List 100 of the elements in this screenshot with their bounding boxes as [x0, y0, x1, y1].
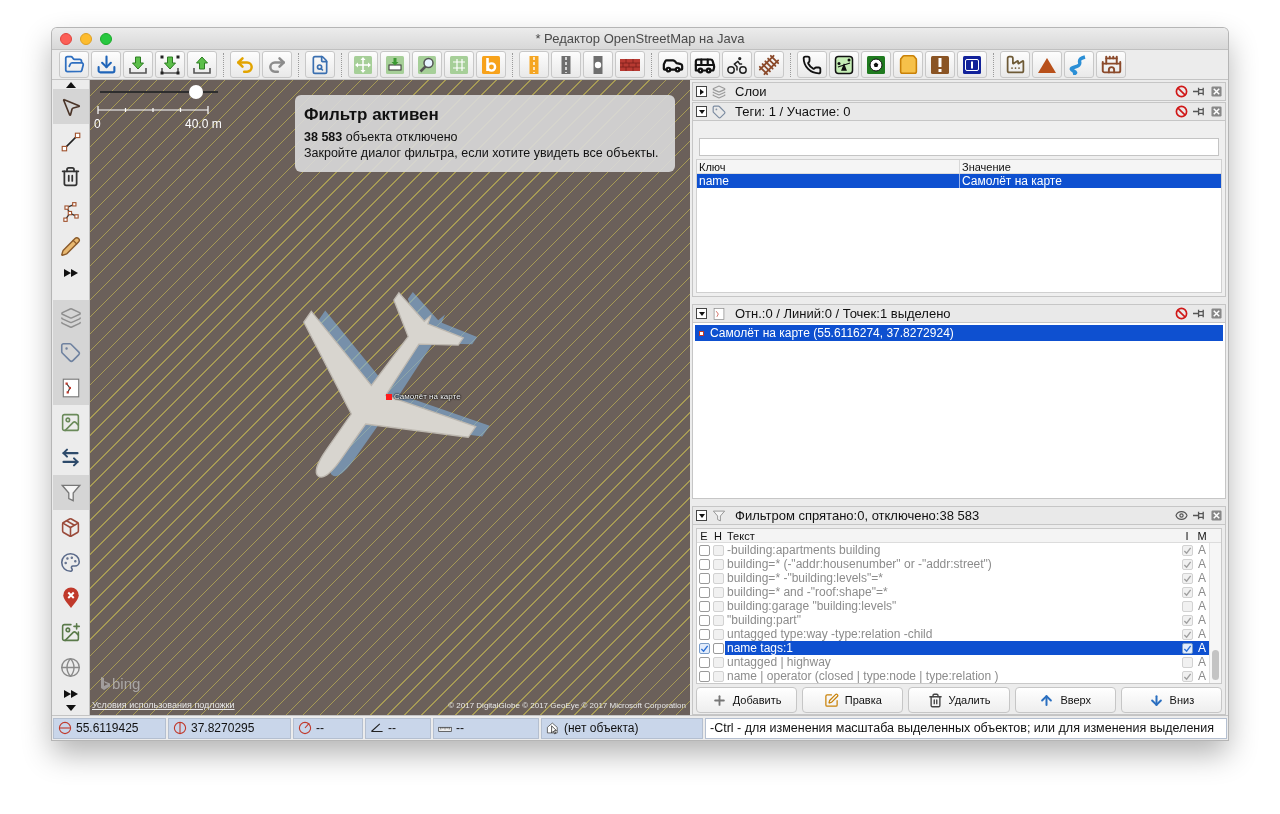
terms-link[interactable]: Условия использования подложки [92, 698, 235, 712]
invert-checkbox[interactable] [1181, 642, 1193, 654]
close-icon[interactable] [1211, 308, 1222, 319]
enable-checkbox[interactable] [698, 558, 710, 570]
download-area-button[interactable] [155, 51, 185, 78]
column-header[interactable]: I [1179, 529, 1195, 542]
expand-toggle[interactable] [696, 510, 707, 521]
hide-checkbox[interactable] [712, 558, 724, 570]
hide-checkbox[interactable] [712, 572, 724, 584]
filter-row[interactable]: name | operator (closed | type:node | type:relation ) A [725, 669, 1209, 683]
tag-row[interactable]: name Самолёт на карте [697, 174, 1221, 188]
enable-checkbox[interactable] [698, 544, 710, 556]
bicycle-preset-button[interactable] [722, 51, 752, 78]
filter-action-button[interactable]: Правка [802, 687, 904, 713]
waterway-preset-button[interactable] [1064, 51, 1094, 78]
close-icon[interactable] [1211, 510, 1222, 521]
enable-checkbox[interactable] [698, 600, 710, 612]
filter-row[interactable]: name tags:1 A [725, 641, 1209, 655]
zoom-slider[interactable] [100, 85, 218, 99]
open-location-button[interactable] [91, 51, 121, 78]
hide-checkbox[interactable] [712, 600, 724, 612]
bus-preset-button[interactable] [690, 51, 720, 78]
pin-icon[interactable] [1193, 105, 1206, 118]
enable-checkbox[interactable] [698, 572, 710, 584]
slider-thumb[interactable] [188, 85, 203, 99]
zoom-window-button[interactable] [100, 32, 112, 45]
imagery-search-button[interactable] [412, 51, 442, 78]
hide-checkbox[interactable] [712, 642, 724, 654]
enable-checkbox[interactable] [698, 670, 710, 682]
aerial-map[interactable] [90, 80, 690, 715]
eye-crossed-icon[interactable] [1175, 105, 1188, 118]
junction-preset-button[interactable] [583, 51, 613, 78]
sport-preset-button[interactable] [861, 51, 891, 78]
invert-checkbox[interactable] [1181, 586, 1193, 598]
column-header[interactable]: H [711, 529, 725, 542]
select-tool[interactable] [52, 89, 89, 124]
column-header[interactable]: E [697, 529, 711, 542]
wall-preset-button[interactable] [615, 51, 645, 78]
filter-row[interactable]: building=* and -"roof:shape"=* A [725, 585, 1209, 599]
zoom-button[interactable] [305, 51, 335, 78]
expand-toggle[interactable] [696, 86, 707, 97]
hide-checkbox[interactable] [712, 656, 724, 668]
column-header[interactable]: Ключ [697, 160, 959, 174]
playground-preset-button[interactable] [829, 51, 859, 78]
expand-toggle[interactable] [696, 308, 707, 319]
eye-icon[interactable] [1175, 509, 1188, 522]
enable-checkbox[interactable] [698, 628, 710, 640]
railway-preset-button[interactable] [754, 51, 784, 78]
hazard-preset-button[interactable] [925, 51, 955, 78]
node-marker[interactable] [386, 394, 392, 400]
undo-button[interactable] [230, 51, 260, 78]
column-header[interactable]: Текст [725, 529, 1179, 542]
phone-preset-button[interactable] [797, 51, 827, 78]
close-icon[interactable] [1211, 86, 1222, 97]
filter-row[interactable]: -building:apartments building A [725, 543, 1209, 557]
filter-action-button[interactable]: Добавить [696, 687, 798, 713]
pin-icon[interactable] [1193, 307, 1206, 320]
close-icon[interactable] [1211, 106, 1222, 117]
invert-checkbox[interactable] [1181, 572, 1193, 584]
filter-row[interactable]: building=* -"building:levels"=* A [725, 571, 1209, 585]
hide-checkbox[interactable] [712, 586, 724, 598]
filter-action-button[interactable]: Удалить [908, 687, 1010, 713]
hide-checkbox[interactable] [712, 628, 724, 640]
imagery-provider-button[interactable] [476, 51, 506, 78]
invert-checkbox[interactable] [1181, 614, 1193, 626]
open-file-button[interactable] [59, 51, 89, 78]
peak-preset-button[interactable] [1032, 51, 1062, 78]
hide-checkbox[interactable] [712, 670, 724, 682]
address-preset-button[interactable] [957, 51, 987, 78]
scrollbar-thumb[interactable] [1212, 650, 1219, 680]
filter-row[interactable]: "building:part" A [725, 613, 1209, 627]
scrollbar[interactable] [1209, 543, 1221, 683]
filter-action-button[interactable]: Вниз [1120, 687, 1222, 713]
filter-toggle[interactable] [52, 475, 89, 510]
historic-preset-button[interactable] [1096, 51, 1126, 78]
search-field[interactable] [699, 138, 1219, 156]
invert-checkbox[interactable] [1181, 656, 1193, 668]
invert-checkbox[interactable] [1181, 558, 1193, 570]
redo-button[interactable] [262, 51, 292, 78]
column-header[interactable]: M [1195, 529, 1209, 542]
invert-checkbox[interactable] [1181, 670, 1193, 682]
eye-crossed-icon[interactable] [1175, 85, 1188, 98]
enable-checkbox[interactable] [698, 642, 710, 654]
hide-checkbox[interactable] [712, 614, 724, 626]
industry-preset-button[interactable] [1000, 51, 1030, 78]
selection-toggle[interactable] [52, 370, 89, 405]
pin-icon[interactable] [1193, 85, 1206, 98]
invert-checkbox[interactable] [1181, 628, 1193, 640]
eye-crossed-icon[interactable] [1175, 307, 1188, 320]
enable-checkbox[interactable] [698, 586, 710, 598]
pin-icon[interactable] [1193, 509, 1206, 522]
invert-checkbox[interactable] [1181, 544, 1193, 556]
filter-row[interactable]: building:garage "building:levels" A [725, 599, 1209, 613]
filter-row[interactable]: untagged type:way -type:relation -child A [725, 627, 1209, 641]
download-button[interactable] [123, 51, 153, 78]
invert-checkbox[interactable] [1181, 600, 1193, 612]
filter-row[interactable]: untagged | highway A [725, 655, 1209, 669]
filter-action-button[interactable]: Вверх [1014, 687, 1116, 713]
filter-row[interactable]: building=* (-"addr:housenumber" or -"addr:street") A [725, 557, 1209, 571]
layers-toggle[interactable] [52, 300, 89, 335]
